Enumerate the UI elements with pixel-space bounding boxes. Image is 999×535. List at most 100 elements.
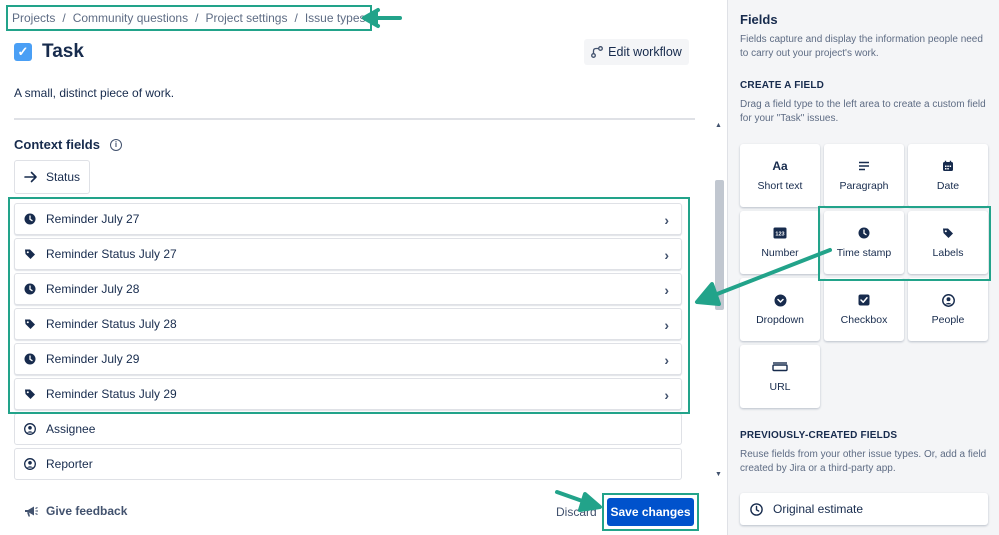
fields-sidebar: Fields Fields capture and display the in… [727,0,999,535]
tile-number[interactable]: 123 Number [740,211,820,274]
text-aa-icon: Aa [772,159,788,173]
tile-checkbox[interactable]: Checkbox [824,278,904,341]
scroll-down-icon[interactable]: ▼ [715,471,722,478]
person-icon [24,423,36,435]
give-feedback-label: Give feedback [46,504,128,518]
field-label: Reminder Status July 29 [46,387,177,401]
field-label: Reminder Status July 27 [46,247,177,261]
chevron-right-icon: › [664,317,669,333]
tile-people[interactable]: People [908,278,988,341]
create-field-heading: CREATE A FIELD [740,80,825,91]
breadcrumb-separator: / [294,11,298,25]
clock-outline-icon [750,502,763,516]
discard-button[interactable]: Discard [556,505,597,519]
tile-labels[interactable]: Labels [908,211,988,274]
calendar-icon [942,159,954,173]
breadcrumb-separator: / [62,11,66,25]
save-changes-button[interactable]: Save changes [607,498,694,526]
chevron-right-icon: › [664,352,669,368]
give-feedback-button[interactable]: Give feedback [24,504,127,518]
field-label: Reminder July 29 [46,352,140,366]
title-row: ✓ Task [14,41,84,63]
tile-label: Dropdown [756,314,804,326]
sidebar-title: Fields [740,12,778,27]
person-icon [941,293,955,307]
tag-icon [25,319,35,329]
paragraph-icon [858,159,870,173]
breadcrumb-project-settings[interactable]: Project settings [205,11,287,25]
edit-workflow-label: Edit workflow [608,45,682,59]
tile-label: Date [936,180,960,192]
annotation-highlight-save: Save changes [602,493,699,531]
dropdown-icon [774,293,787,307]
tile-url[interactable]: URL [740,345,820,408]
context-field-list: Reminder July 27 › Reminder Status July … [14,203,682,483]
breadcrumb-community-questions[interactable]: Community questions [73,11,188,25]
workflow-icon [591,46,604,58]
previous-fields-description: Reuse fields from your other issue types… [740,449,987,474]
sidebar-description: Fields capture and display the informati… [740,34,983,59]
footer-bar: Give feedback Discard Save changes [0,488,727,535]
tile-label: Short text [757,180,803,192]
number-icon: 123 [773,226,787,240]
previous-field-label: Original estimate [773,502,864,516]
clock-icon [858,226,870,240]
tile-date[interactable]: Date [908,144,988,207]
tile-label: Time stamp [836,247,892,259]
breadcrumb-separator: / [195,11,199,25]
clock-icon [24,283,36,295]
tile-label: Paragraph [839,180,889,192]
field-row-reminder-july-29[interactable]: Reminder July 29 › [14,343,682,375]
svg-text:123: 123 [775,231,784,237]
task-checkbox-icon: ✓ [14,43,32,61]
tile-label: URL [769,381,791,393]
person-icon [24,458,36,470]
tile-label: Labels [932,247,964,259]
field-label: Assignee [46,422,96,436]
tag-icon [25,249,35,259]
context-fields-title: Context fields [14,137,100,152]
field-label: Reporter [46,457,93,471]
previous-fields-heading: PREVIOUSLY-CREATED FIELDS [740,430,898,441]
scrollbar-thumb[interactable] [715,180,724,310]
field-row-reporter[interactable]: Reporter [14,448,682,480]
divider [14,118,695,120]
field-row-assignee[interactable]: Assignee [14,413,682,445]
field-label: Reminder July 27 [46,212,140,226]
field-row-reminder-status-july-27[interactable]: Reminder Status July 27 › [14,238,682,270]
tile-short-text[interactable]: Aa Short text [740,144,820,207]
context-fields-heading: Context fields i [14,137,122,152]
breadcrumb-projects[interactable]: Projects [12,11,55,25]
tag-icon [942,226,954,240]
link-icon [772,360,788,374]
clock-icon [24,353,36,365]
field-row-reminder-july-28[interactable]: Reminder July 28 › [14,273,682,305]
scroll-up-icon[interactable]: ▲ [715,122,722,129]
tile-dropdown[interactable]: Dropdown [740,278,820,341]
edit-workflow-button[interactable]: Edit workflow [584,39,689,65]
breadcrumb: Projects / Community questions / Project… [6,5,372,31]
status-label: Status [46,170,81,184]
arrow-right-icon [24,171,37,183]
chevron-right-icon: › [664,247,669,263]
field-row-reminder-status-july-28[interactable]: Reminder Status July 28 › [14,308,682,340]
main-panel: Projects / Community questions / Project… [0,0,727,535]
chevron-right-icon: › [664,282,669,298]
field-row-reminder-july-27[interactable]: Reminder July 27 › [14,203,682,235]
tile-paragraph[interactable]: Paragraph [824,144,904,207]
clock-icon [24,213,36,225]
tile-label: People [931,314,965,326]
breadcrumb-issue-types[interactable]: Issue types [305,11,366,25]
scrollbar[interactable]: ▲ ▼ [713,120,725,478]
field-label: Reminder Status July 28 [46,317,177,331]
chevron-right-icon: › [664,387,669,403]
megaphone-icon [25,506,38,516]
status-field[interactable]: Status [14,160,90,194]
previous-field-original-estimate[interactable]: Original estimate [740,493,988,525]
info-icon[interactable]: i [109,138,122,151]
create-field-description: Drag a field type to the left area to cr… [740,99,986,124]
field-row-reminder-status-july-29[interactable]: Reminder Status July 29 › [14,378,682,410]
tag-icon [25,389,35,399]
tile-time-stamp[interactable]: Time stamp [824,211,904,274]
page-title: Task [42,41,84,62]
